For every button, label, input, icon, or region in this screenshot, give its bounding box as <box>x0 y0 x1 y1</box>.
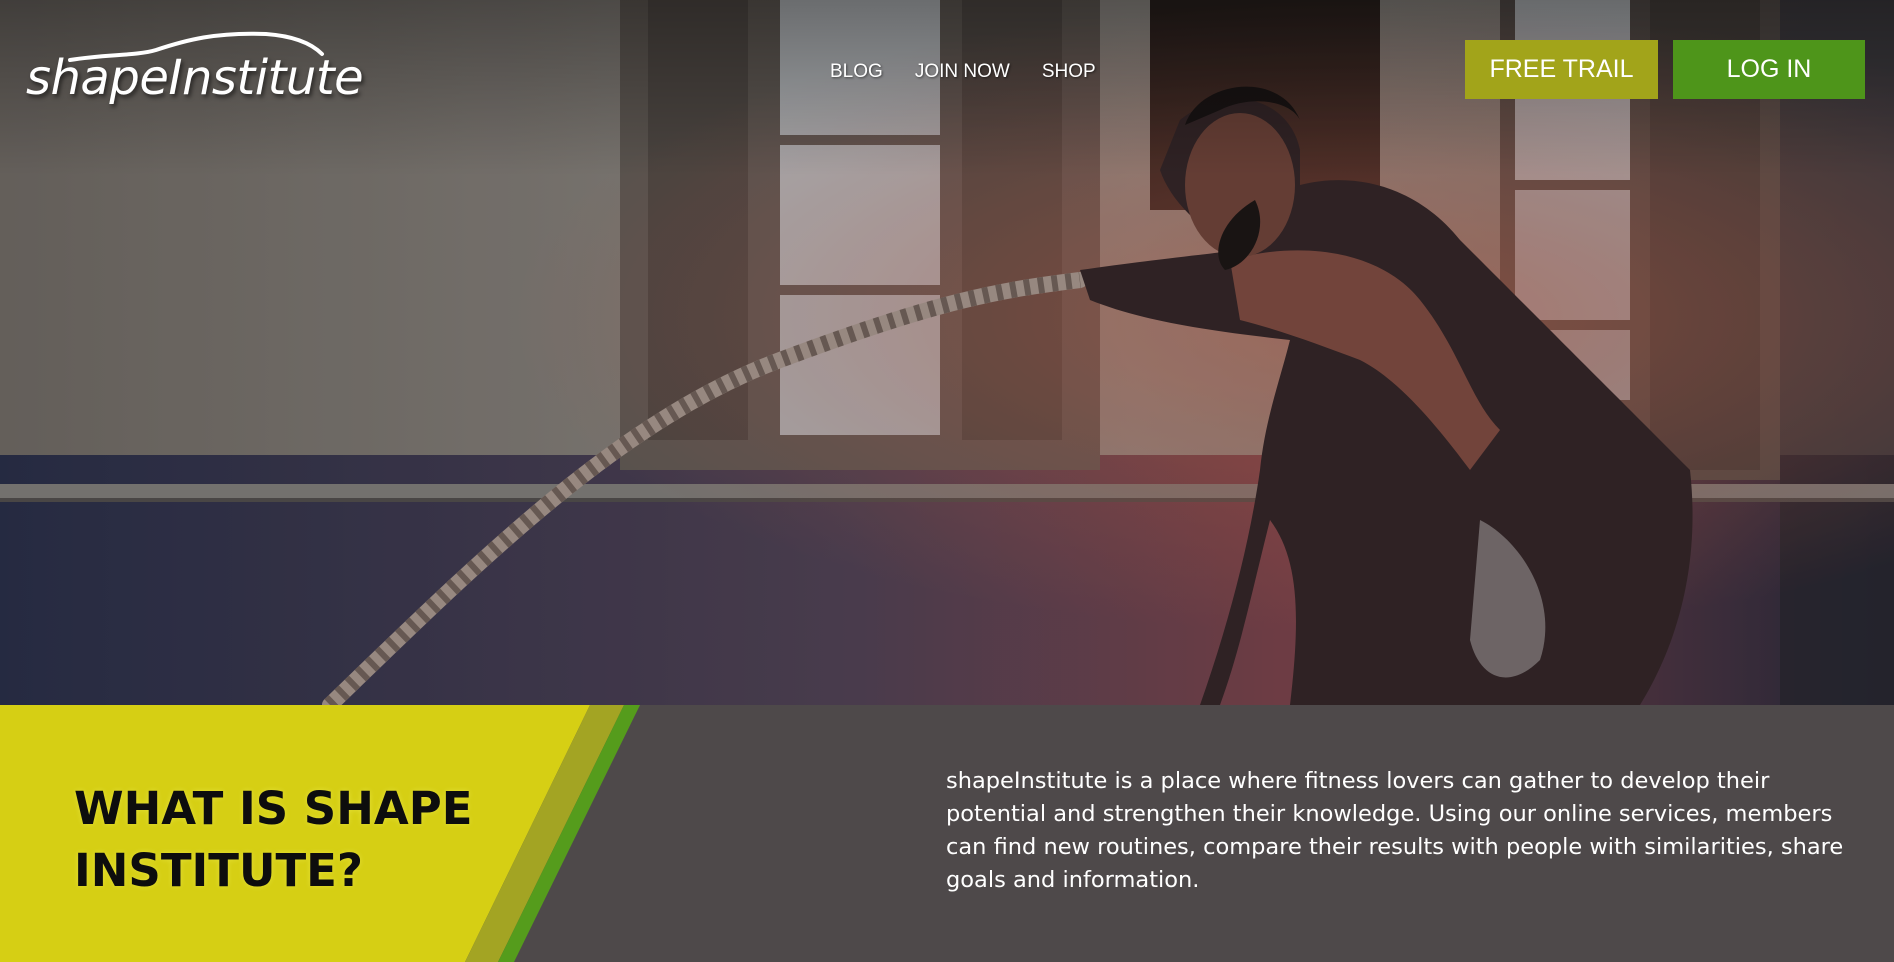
free-trial-button[interactable]: FREE TRAIL <box>1465 40 1658 99</box>
main-nav: BLOG JOIN NOW SHOP <box>830 61 1096 83</box>
about-section: WHAT IS SHAPE INSTITUTE? shapeInstitute … <box>0 705 1894 962</box>
logo[interactable]: shapeInstitute <box>26 26 364 106</box>
hero-banner: shapeInstitute BLOG JOIN NOW SHOP FREE T… <box>0 0 1894 705</box>
nav-item-join-now[interactable]: JOIN NOW <box>915 61 1010 83</box>
logo-text: shapeInstitute <box>26 50 364 106</box>
nav-item-shop[interactable]: SHOP <box>1042 61 1096 83</box>
login-button[interactable]: LOG IN <box>1673 40 1865 99</box>
about-title: WHAT IS SHAPE INSTITUTE? <box>74 782 473 897</box>
nav-item-blog[interactable]: BLOG <box>830 61 883 83</box>
about-description: shapeInstitute is a place where fitness … <box>946 768 1844 893</box>
